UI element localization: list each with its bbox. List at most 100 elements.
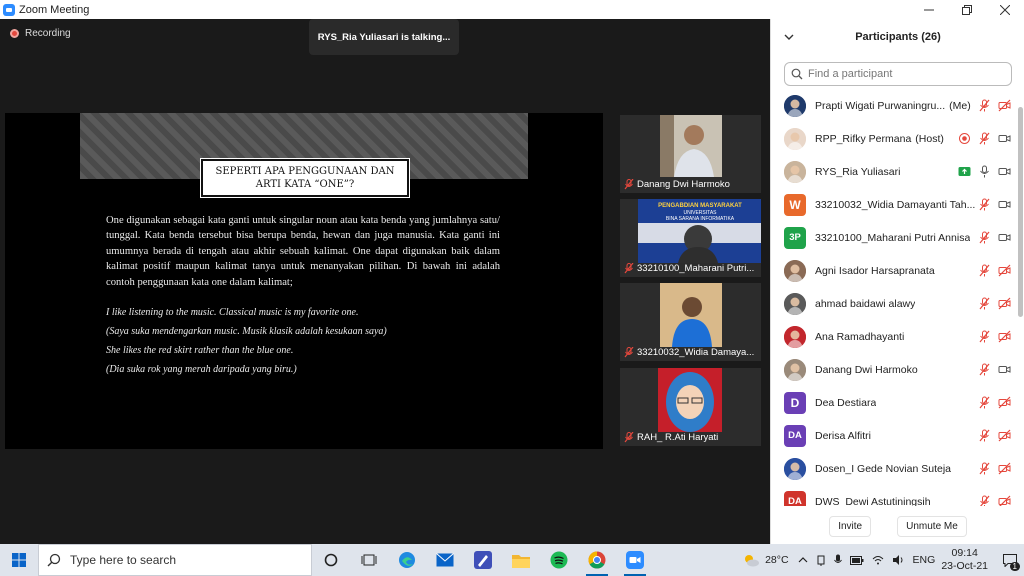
avatar	[784, 457, 806, 480]
microphone-icon[interactable]	[833, 554, 842, 566]
chevron-up-icon[interactable]	[798, 555, 808, 565]
file-explorer-taskbar-button[interactable]	[502, 544, 540, 576]
video-tile[interactable]: PENGABDIAN MASYARAKAT UNIVERSITAS BINA S…	[620, 199, 761, 277]
close-button[interactable]	[986, 0, 1024, 19]
volume-icon[interactable]	[892, 554, 904, 566]
participant-name-text: Ana Ramadhayanti	[815, 330, 905, 343]
avatar-photo	[784, 259, 806, 282]
whiteboard-icon	[474, 551, 492, 569]
video-camera-icon	[998, 135, 1011, 142]
muted-mic-icon	[979, 462, 990, 475]
notification-button[interactable]: 1	[996, 544, 1024, 576]
muted-mic-icon	[979, 231, 990, 244]
restore-icon	[962, 4, 972, 15]
video-off-icon	[998, 495, 1011, 506]
video-tile[interactable]: Danang Dwi Harmoko	[620, 115, 761, 193]
avatar-photo	[784, 325, 806, 348]
muted-mic-icon	[979, 429, 990, 442]
start-button[interactable]	[0, 544, 38, 576]
muted-mic-icon	[980, 495, 990, 506]
zoom-app-icon	[3, 3, 15, 16]
participant-name-text: RYS_Ria Yuliasari	[815, 165, 901, 178]
weather-icon[interactable]	[742, 553, 760, 567]
zoom-taskbar-button[interactable]	[616, 544, 654, 576]
wifi-icon[interactable]	[872, 555, 884, 565]
microphone-icon	[980, 165, 989, 178]
title-bar-controls	[770, 0, 1024, 19]
participant-row[interactable]: D Dea Destiara	[771, 386, 1017, 419]
chevron-down-icon[interactable]	[783, 31, 795, 43]
participant-row[interactable]: Prapti Wigati Purwaningru... (Me)	[771, 89, 1017, 122]
mail-taskbar-button[interactable]	[426, 544, 464, 576]
task-view-icon	[361, 554, 377, 566]
participant-row[interactable]: Ana Ramadhayanti	[771, 320, 1017, 353]
participant-row[interactable]: 3P 33210100_Maharani Putri Annisa	[771, 221, 1017, 254]
weather-temperature[interactable]: 28°C	[765, 554, 788, 566]
battery-icon[interactable]	[849, 555, 864, 565]
edge-taskbar-button[interactable]	[388, 544, 426, 576]
scroll-thumb[interactable]	[1018, 107, 1023, 317]
participant-row[interactable]: RYS_Ria Yuliasari	[771, 155, 1017, 188]
avatar	[784, 127, 806, 150]
participant-name: 33210100_Maharani Putri Annisa	[815, 232, 970, 244]
task-view-button[interactable]	[350, 544, 388, 576]
scrollbar[interactable]	[1018, 89, 1023, 509]
language-indicator[interactable]: ENG	[913, 554, 936, 566]
video-tile[interactable]: RAH_ R.Ati Haryati	[620, 368, 761, 446]
tile-name: 33210032_Widia Damaya...	[637, 347, 755, 358]
search-icon	[47, 553, 61, 567]
chrome-icon	[588, 551, 606, 569]
video-off-icon	[998, 396, 1011, 409]
recording-indicator[interactable]: Recording	[10, 28, 71, 39]
participant-row[interactable]: Danang Dwi Harmoko	[771, 353, 1017, 386]
muted-mic-icon	[979, 198, 990, 211]
muted-mic-icon	[979, 264, 990, 277]
participant-status-icons	[958, 132, 1011, 145]
muted-mic-icon	[979, 297, 990, 310]
taskbar-search[interactable]: Type here to search	[38, 544, 312, 576]
spotify-taskbar-button[interactable]	[540, 544, 578, 576]
participant-name: Derisa Alfitri	[815, 430, 871, 442]
video-off-icon	[998, 264, 1011, 277]
whiteboard-taskbar-button[interactable]	[464, 544, 502, 576]
participant-row[interactable]: DA DWS_Dewi Astutiningsih	[771, 485, 1017, 506]
folder-icon	[512, 554, 530, 568]
avatar: 3P	[784, 226, 806, 249]
participant-row[interactable]: Dosen_I Gede Novian Suteja	[771, 452, 1017, 485]
participant-row[interactable]: RPP_Rifky Permana (Host)	[771, 122, 1017, 155]
muted-mic-icon	[979, 363, 990, 376]
participant-name-text: RPP_Rifky Permana	[815, 132, 912, 145]
mail-icon	[436, 553, 454, 567]
avatar	[784, 358, 806, 381]
participant-status-icons	[978, 99, 1011, 112]
participant-search[interactable]	[784, 62, 1012, 86]
invite-button[interactable]: Invite	[829, 515, 872, 537]
restore-button[interactable]	[948, 0, 986, 19]
avatar	[784, 160, 806, 183]
avatar-photo	[784, 160, 806, 183]
participant-name: Agni Isador Harsapranata	[815, 265, 935, 277]
participant-row[interactable]: ahmad baidawi alawy	[771, 287, 1017, 320]
speaker-icon[interactable]	[816, 554, 826, 566]
minimize-button[interactable]	[910, 0, 948, 19]
unmute-me-button[interactable]: Unmute Me	[897, 515, 967, 537]
video-tile[interactable]: 33210032_Widia Damaya...	[620, 283, 761, 361]
clock[interactable]: 09:14 23-Oct-21	[941, 547, 988, 573]
participant-row[interactable]: DA Derisa Alfitri	[771, 419, 1017, 452]
muted-mic-icon	[624, 347, 634, 358]
video-camera-icon	[998, 201, 1011, 208]
cortana-button[interactable]	[312, 544, 350, 576]
participant-name-text: Prapti Wigati Purwaningru...	[815, 99, 946, 112]
participant-name: Dosen_I Gede Novian Suteja	[815, 463, 951, 475]
participant-name-text: 33210032_Widia Damayanti Tah...	[815, 198, 975, 211]
search-input[interactable]	[808, 68, 998, 80]
participant-status-icons	[978, 264, 1011, 277]
video-off-icon	[998, 330, 1011, 343]
participant-row[interactable]: Agni Isador Harsapranata	[771, 254, 1017, 287]
video-off-icon	[998, 297, 1011, 310]
participant-row[interactable]: W 33210032_Widia Damayanti Tah...	[771, 188, 1017, 221]
muted-mic-icon	[979, 132, 990, 145]
participant-list: Prapti Wigati Purwaningru... (Me) RPP_Rifk…	[771, 89, 1017, 506]
chrome-taskbar-button[interactable]	[578, 544, 616, 576]
participant-status-icons	[978, 495, 1011, 506]
